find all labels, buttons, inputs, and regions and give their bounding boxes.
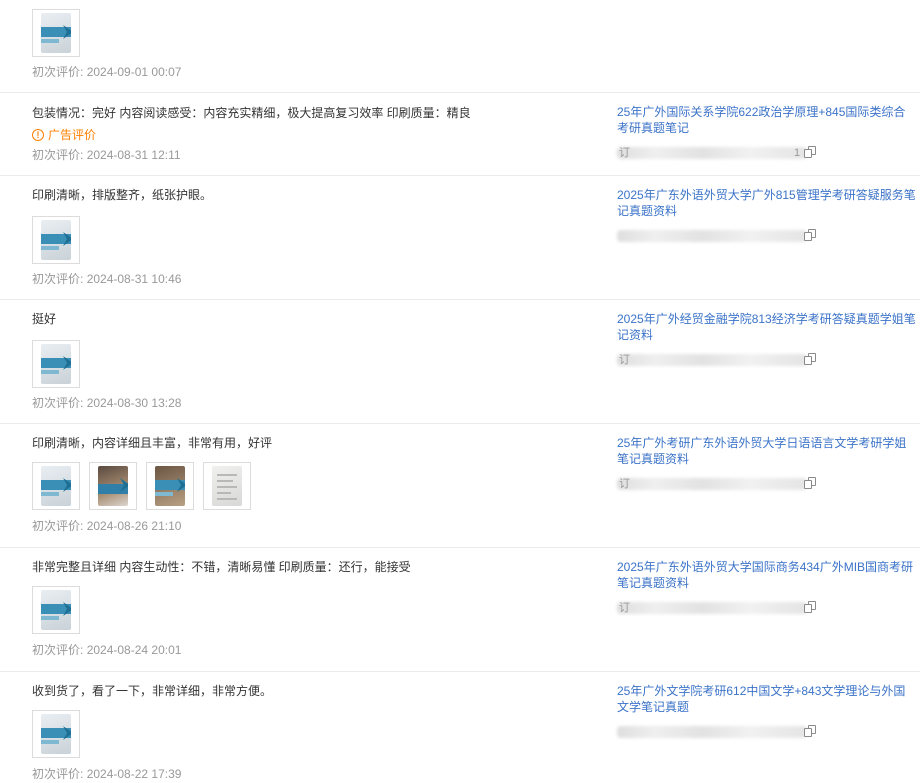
review-item: 挺好 初次评价: 2024-08-30 13:28 2025年广外经贸金融学院8… xyxy=(0,299,920,424)
product-info: 25年广外国际关系学院622政治学原理+845国际类综合考研真题笔记 订 1 xyxy=(617,104,917,160)
product-title-link[interactable]: 25年广外考研广东外语外贸大学日语语言文学考研学姐笔记真题资料 xyxy=(617,435,917,467)
review-timestamp: 初次评价: 2024-08-26 21:10 xyxy=(32,518,181,534)
timestamp-value: 2024-09-01 00:07 xyxy=(86,65,182,79)
book-cover-image xyxy=(41,714,71,754)
book-cover-image xyxy=(41,13,71,53)
review-photo-thumbnail[interactable] xyxy=(32,586,80,634)
copy-icon[interactable] xyxy=(804,725,817,738)
book-photo-image xyxy=(98,466,128,506)
redacted-spec xyxy=(617,354,807,366)
review-text: 包装情况：完好 内容阅读感受：内容充实精细，极大提高复习效率 印刷质量：精良 xyxy=(32,106,471,120)
review-item: 包装情况：完好 内容阅读感受：内容充实精细，极大提高复习效率 印刷质量：精良 !… xyxy=(0,92,920,176)
redacted-spec xyxy=(617,726,807,738)
timestamp-value: 2024-08-24 20:01 xyxy=(86,643,182,657)
review-text: 印刷清晰，排版整齐，纸张护眼。 xyxy=(32,188,213,202)
timestamp-value: 2024-08-31 12:11 xyxy=(86,148,181,162)
product-spec: 订 xyxy=(617,601,917,615)
copy-icon[interactable] xyxy=(804,601,817,614)
product-spec: 订 1 xyxy=(617,146,917,160)
product-spec: 订 xyxy=(617,353,917,367)
spec-text: 订 xyxy=(619,147,630,159)
review-timestamp: 初次评价: 2024-08-31 12:11 xyxy=(32,147,181,163)
product-spec xyxy=(617,725,917,739)
review-timestamp: 初次评价: 2024-08-24 20:01 xyxy=(32,642,181,658)
review-photo-thumbnail[interactable] xyxy=(32,710,80,758)
product-title-link[interactable]: 25年广外文学院考研612中国文学+843文学理论与外国文学笔记真题 xyxy=(617,683,917,715)
product-info: 25年广外考研广东外语外贸大学日语语言文学考研学姐笔记真题资料 订 xyxy=(617,435,917,491)
info-icon: ! xyxy=(32,129,44,141)
book-photo-image xyxy=(155,466,185,506)
review-item: 初次评价: 2024-09-01 00:07 xyxy=(0,0,920,93)
copy-icon[interactable] xyxy=(804,146,817,159)
ad-review-label: 广告评价 xyxy=(48,128,97,142)
copy-icon[interactable] xyxy=(804,229,817,242)
review-item: 非常完整且详细 内容生动性：不错，清晰易懂 印刷质量：还行，能接受 初次评价: … xyxy=(0,547,920,672)
review-photo-thumbnail[interactable] xyxy=(32,216,80,264)
spec-text: 订 xyxy=(619,354,630,366)
product-info: 2025年广东外语外贸大学广外815管理学考研答疑服务笔记真题资料 xyxy=(617,187,917,243)
spec-text: 订 xyxy=(619,602,630,614)
review-item: 印刷清晰，排版整齐，纸张护眼。 初次评价: 2024-08-31 10:46 2… xyxy=(0,175,920,300)
redacted-spec xyxy=(617,602,807,614)
review-text: 非常完整且详细 内容生动性：不错，清晰易懂 印刷质量：还行，能接受 xyxy=(32,560,411,574)
review-thumbnails xyxy=(32,9,80,57)
review-thumbnails xyxy=(32,586,80,634)
review-photo-thumbnail[interactable] xyxy=(89,462,137,510)
review-item: 收到货了，看了一下，非常详细，非常方便。 初次评价: 2024-08-22 17… xyxy=(0,671,920,783)
review-thumbnails xyxy=(32,340,80,388)
first-review-label: 初次评价: xyxy=(32,519,84,533)
first-review-label: 初次评价: xyxy=(32,148,84,162)
book-cover-image xyxy=(41,590,71,630)
product-title-link[interactable]: 2025年广东外语外贸大学广外815管理学考研答疑服务笔记真题资料 xyxy=(617,187,917,219)
first-review-label: 初次评价: xyxy=(32,767,84,781)
first-review-label: 初次评价: xyxy=(32,396,84,410)
spec-tail: 1 xyxy=(794,147,801,159)
product-info: 2025年广外经贸金融学院813经济学考研答疑真题学姐笔记资料 订 xyxy=(617,311,917,367)
review-timestamp: 初次评价: 2024-08-22 17:39 xyxy=(32,766,181,782)
ad-review-badge[interactable]: ! 广告评价 xyxy=(32,126,96,144)
first-review-label: 初次评价: xyxy=(32,272,84,286)
review-photo-thumbnail[interactable] xyxy=(32,340,80,388)
review-item: 印刷清晰，内容详细且丰富，非常有用，好评 初次评价: 2024-08-26 21… xyxy=(0,423,920,548)
review-photo-thumbnail[interactable] xyxy=(203,462,251,510)
review-text: 挺好 xyxy=(32,312,57,326)
timestamp-value: 2024-08-31 10:46 xyxy=(86,272,182,286)
review-text: 印刷清晰，内容详细且丰富，非常有用，好评 xyxy=(32,436,273,450)
copy-icon[interactable] xyxy=(804,353,817,366)
product-spec: 订 xyxy=(617,477,917,491)
review-thumbnails xyxy=(32,710,80,758)
product-title-link[interactable]: 2025年广东外语外贸大学国际商务434广外MIB国商考研笔记真题资料 xyxy=(617,559,917,591)
review-photo-thumbnail[interactable] xyxy=(32,9,80,57)
redacted-spec xyxy=(617,478,807,490)
timestamp-value: 2024-08-30 13:28 xyxy=(86,396,182,410)
copy-icon[interactable] xyxy=(804,477,817,490)
product-info: 25年广外文学院考研612中国文学+843文学理论与外国文学笔记真题 xyxy=(617,683,917,739)
spec-text: 订 xyxy=(619,478,630,490)
review-thumbnails xyxy=(32,216,80,264)
review-photo-thumbnail[interactable] xyxy=(146,462,194,510)
redacted-spec xyxy=(617,230,807,242)
review-timestamp: 初次评价: 2024-08-31 10:46 xyxy=(32,271,181,287)
book-cover-image xyxy=(41,220,71,260)
timestamp-value: 2024-08-26 21:10 xyxy=(86,519,182,533)
book-cover-image xyxy=(41,344,71,384)
review-timestamp: 初次评价: 2024-08-30 13:28 xyxy=(32,395,181,411)
review-timestamp: 初次评价: 2024-09-01 00:07 xyxy=(32,64,181,80)
book-cover-image xyxy=(41,466,71,506)
product-spec xyxy=(617,229,917,243)
review-photo-thumbnail[interactable] xyxy=(32,462,80,510)
product-title-link[interactable]: 25年广外国际关系学院622政治学原理+845国际类综合考研真题笔记 xyxy=(617,104,917,136)
paper-sheet-image xyxy=(212,466,242,506)
review-text: 收到货了，看了一下，非常详细，非常方便。 xyxy=(32,684,273,698)
review-thumbnails xyxy=(32,462,251,510)
first-review-label: 初次评价: xyxy=(32,65,84,79)
product-title-link[interactable]: 2025年广外经贸金融学院813经济学考研答疑真题学姐笔记资料 xyxy=(617,311,917,343)
timestamp-value: 2024-08-22 17:39 xyxy=(86,767,182,781)
first-review-label: 初次评价: xyxy=(32,643,84,657)
redacted-spec xyxy=(617,147,807,159)
product-info: 2025年广东外语外贸大学国际商务434广外MIB国商考研笔记真题资料 订 xyxy=(617,559,917,615)
